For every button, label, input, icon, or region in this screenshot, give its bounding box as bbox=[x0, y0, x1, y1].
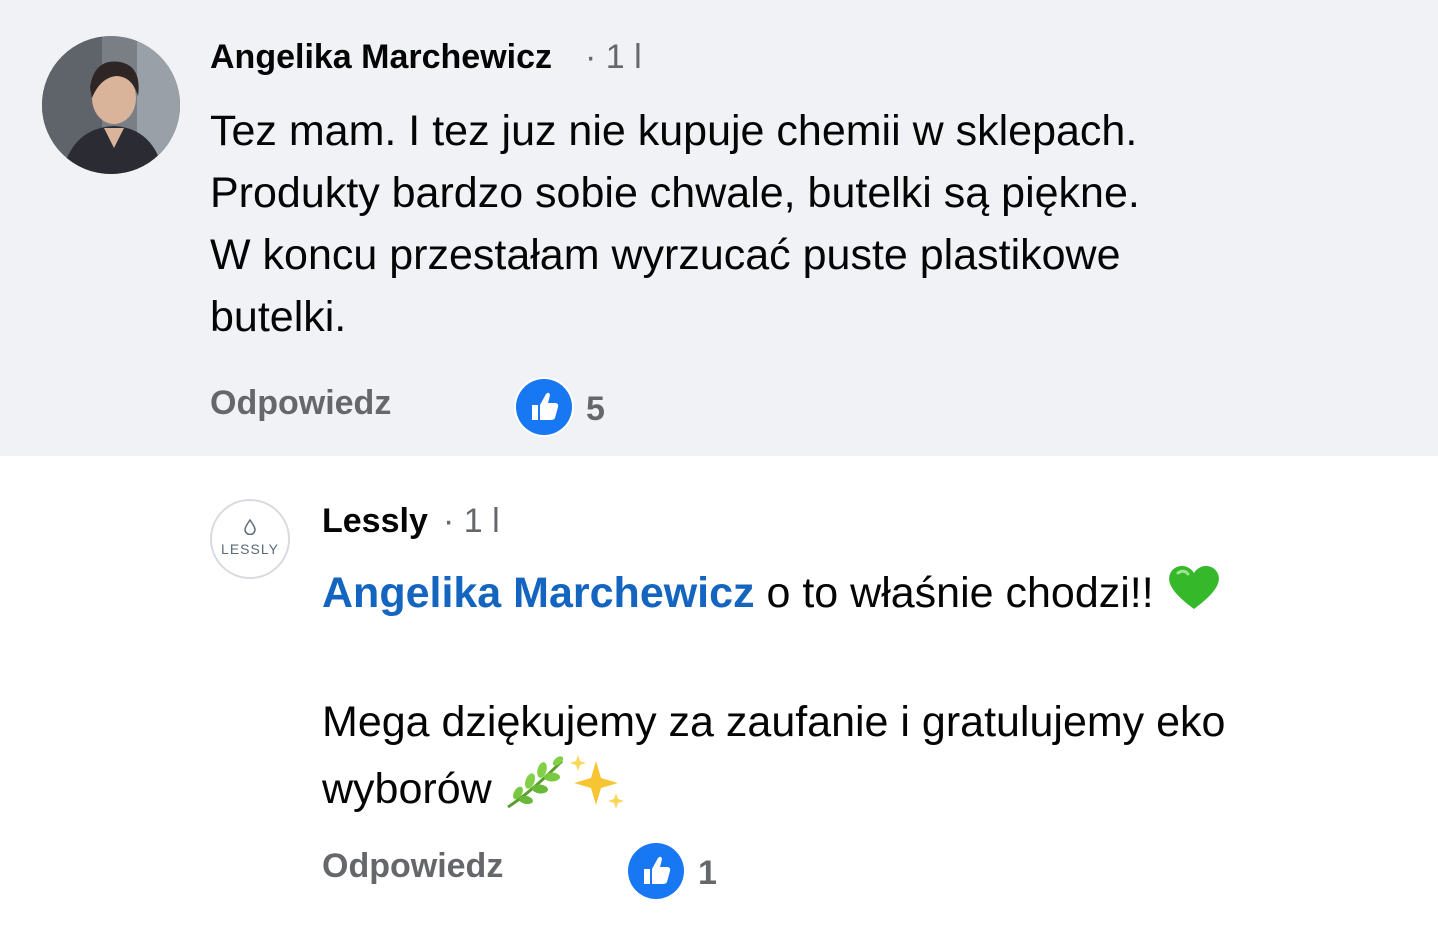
comment-body-line: Produkty bardzo sobie chwale, butelki są… bbox=[210, 169, 1140, 217]
comment-container: Angelika Marchewicz · 1 l Tez mam. I tez… bbox=[0, 0, 1438, 456]
reply-button[interactable]: Odpowiedz bbox=[322, 847, 503, 886]
reply-blank-line bbox=[322, 629, 1225, 691]
reply-timestamp[interactable]: · 1 l bbox=[443, 502, 500, 541]
comment-timestamp[interactable]: · 1 l bbox=[585, 38, 642, 77]
comment-body: Tez mam. I tez juz nie kupuje chemii w s… bbox=[210, 100, 1140, 348]
like-reaction-icon[interactable] bbox=[516, 379, 572, 435]
like-count: 5 bbox=[586, 390, 605, 428]
green-heart-icon bbox=[1166, 562, 1222, 629]
reply-text: wyborów bbox=[322, 765, 504, 813]
avatar-lessly[interactable]: LESSLY bbox=[210, 499, 290, 579]
reply-text: o to właśnie chodzi!! bbox=[754, 569, 1166, 617]
comment-body-line: butelki. bbox=[210, 293, 347, 341]
reply-body-line: wyborów bbox=[322, 753, 1225, 830]
drop-logo-icon bbox=[244, 519, 256, 535]
sparkles-icon bbox=[566, 753, 626, 830]
like-count: 1 bbox=[698, 854, 717, 892]
profile-photo bbox=[42, 36, 180, 174]
reply-body: Angelika Marchewicz o to właśnie chodzi!… bbox=[322, 562, 1225, 830]
comment-author-name[interactable]: Angelika Marchewicz bbox=[210, 38, 552, 77]
reply-body-line: Angelika Marchewicz o to właśnie chodzi!… bbox=[322, 562, 1225, 629]
reply-body-line: Mega dziękujemy za zaufanie i gratulujem… bbox=[322, 698, 1226, 747]
reply-author-name[interactable]: Lessly bbox=[322, 502, 428, 541]
like-reaction-icon[interactable] bbox=[628, 843, 684, 899]
comment-body-line: W koncu przestałam wyrzucać puste plasti… bbox=[210, 231, 1121, 279]
mention-link[interactable]: Angelika Marchewicz bbox=[322, 569, 755, 617]
avatar[interactable] bbox=[42, 36, 180, 174]
comment-body-line: Tez mam. I tez juz nie kupuje chemii w s… bbox=[210, 107, 1138, 155]
reply-button[interactable]: Odpowiedz bbox=[210, 384, 391, 423]
avatar-brand-text: LESSLY bbox=[221, 541, 279, 557]
herb-icon bbox=[504, 755, 566, 828]
